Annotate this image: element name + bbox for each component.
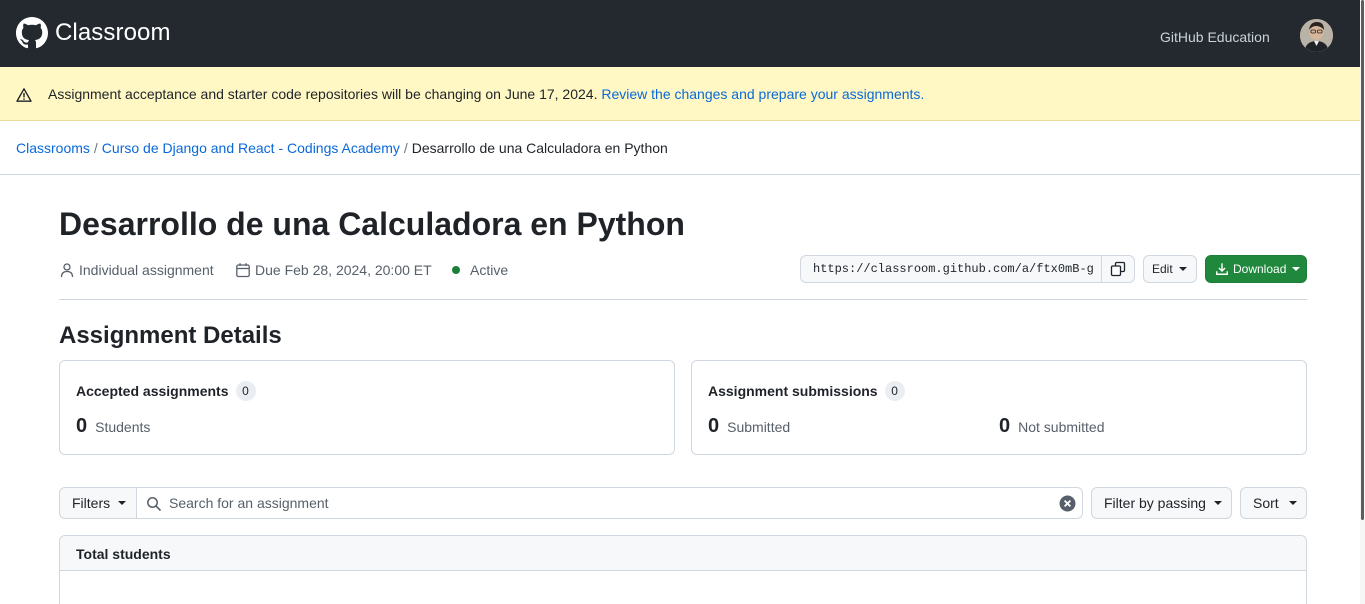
copy-icon xyxy=(1110,261,1126,277)
breadcrumb-classrooms[interactable]: Classrooms xyxy=(16,140,90,156)
github-education-link[interactable]: GitHub Education xyxy=(1160,29,1270,45)
top-navbar: Classroom GitHub Education xyxy=(0,0,1365,67)
breadcrumb: Classrooms / Curso de Django and React - C… xyxy=(16,140,668,156)
not-submitted-count: 0 xyxy=(999,415,1011,437)
assignment-status: Active xyxy=(452,262,508,278)
breadcrumb-separator: / xyxy=(93,140,98,156)
sort-button[interactable]: Sort xyxy=(1240,487,1307,519)
table-header: Total students xyxy=(60,536,1306,571)
user-avatar[interactable] xyxy=(1300,19,1333,52)
app-title: Classroom xyxy=(55,19,171,46)
chevron-down-icon xyxy=(1213,501,1222,505)
filter-by-passing-label: Filter by passing xyxy=(1104,495,1206,511)
filter-by-passing-button[interactable]: Filter by passing xyxy=(1091,487,1232,519)
filters-button-label: Filters xyxy=(72,495,111,511)
status-label: Active xyxy=(470,262,509,278)
search-icon xyxy=(147,497,162,512)
submitted-label: Submitted xyxy=(727,419,791,435)
banner-text: Assignment acceptance and starter code r… xyxy=(48,86,924,102)
assignment-submissions-card: Assignment submissions 0 0 Submitted 0 N… xyxy=(691,360,1307,455)
section-title: Assignment Details xyxy=(59,322,282,349)
invite-url-field[interactable]: https://classroom.github.com/a/ftx0mB-g xyxy=(800,255,1102,283)
edit-button[interactable]: Edit xyxy=(1143,255,1197,283)
chevron-down-icon xyxy=(118,501,127,505)
breadcrumb-separator: / xyxy=(403,140,408,156)
clear-search-icon[interactable] xyxy=(1059,495,1076,512)
students-label: Students xyxy=(95,419,151,435)
header-divider xyxy=(59,299,1307,300)
page-title: Desarrollo de una Calculadora en Python xyxy=(59,206,685,242)
search-box xyxy=(136,487,1083,519)
brand[interactable]: Classroom xyxy=(16,17,171,49)
chevron-down-icon xyxy=(1292,267,1301,271)
download-button[interactable]: Download xyxy=(1205,255,1307,283)
card-header: Accepted assignments 0 xyxy=(76,381,256,401)
students-count: 0 xyxy=(76,415,88,437)
copy-url-button[interactable] xyxy=(1101,255,1135,283)
assignment-type-label: Individual assignment xyxy=(79,262,214,278)
card-title: Assignment submissions xyxy=(708,383,878,399)
banner-link[interactable]: Review the changes and prepare your assi… xyxy=(601,86,924,102)
assignment-type: Individual assignment xyxy=(59,262,214,278)
submitted-count: 0 xyxy=(708,415,720,437)
card-title: Accepted assignments xyxy=(76,383,229,399)
breadcrumb-classroom[interactable]: Curso de Django and React - Codings Acad… xyxy=(102,140,400,156)
person-icon xyxy=(60,263,74,278)
students-stat: 0 Students xyxy=(76,415,150,438)
edit-button-label: Edit xyxy=(1152,262,1173,276)
download-icon xyxy=(1216,263,1228,275)
chevron-down-icon xyxy=(1178,267,1187,271)
filters-button[interactable]: Filters xyxy=(59,487,137,519)
not-submitted-label: Not submitted xyxy=(1018,419,1105,435)
banner-message: Assignment acceptance and starter code r… xyxy=(48,86,598,102)
counter-badge: 0 xyxy=(884,381,905,401)
breadcrumb-divider xyxy=(0,174,1360,175)
students-table: Total students xyxy=(59,535,1307,604)
search-input[interactable] xyxy=(169,489,1049,517)
counter-badge: 0 xyxy=(235,381,256,401)
chevron-down-icon xyxy=(1288,501,1297,505)
breadcrumb-current: Desarrollo de una Calculadora en Python xyxy=(411,140,668,156)
avatar-image-icon xyxy=(1300,19,1333,52)
accepted-assignments-card: Accepted assignments 0 0 Students xyxy=(59,360,675,455)
sort-button-label: Sort xyxy=(1253,495,1279,511)
download-button-label: Download xyxy=(1233,262,1287,276)
submitted-stat: 0 Submitted xyxy=(708,415,790,438)
assignment-due-date: Due Feb 28, 2024, 20:00 ET xyxy=(235,262,432,278)
due-date-label: Due Feb 28, 2024, 20:00 ET xyxy=(255,262,432,278)
card-header: Assignment submissions 0 xyxy=(708,381,905,401)
alert-icon xyxy=(16,88,32,102)
announcement-banner: Assignment acceptance and starter code r… xyxy=(0,67,1360,121)
not-submitted-stat: 0 Not submitted xyxy=(999,415,1105,438)
github-logo-icon xyxy=(16,17,48,49)
calendar-icon xyxy=(236,263,250,278)
status-dot-icon xyxy=(452,266,460,274)
scrollbar-thumb[interactable] xyxy=(1361,0,1364,520)
